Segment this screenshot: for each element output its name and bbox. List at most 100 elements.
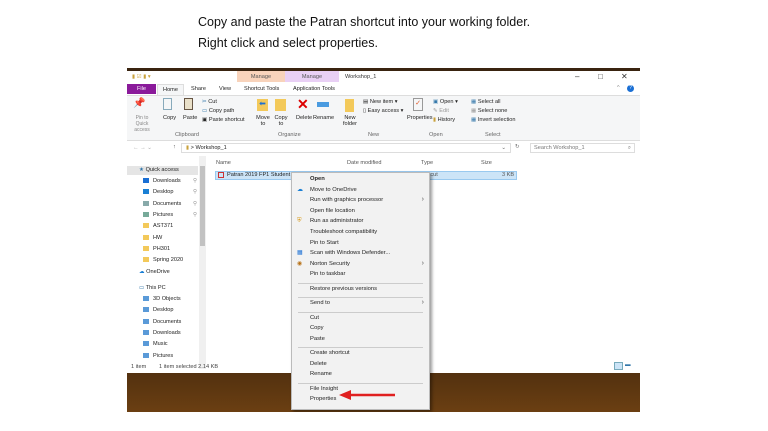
explorer-screenshot: ▮ ☑ ▮ ▾ Manage Manage Workshop_1 – □ ✕ F… [127, 68, 640, 412]
back-forward-buttons[interactable]: ← → ⌄ [133, 145, 152, 151]
sidebar-this-pc[interactable]: ▭ This PC [139, 285, 166, 291]
menu-item-cut[interactable]: Cut [310, 315, 319, 321]
column-size[interactable]: Size [481, 160, 492, 166]
sidebar-pc-pictures[interactable]: Pictures [143, 353, 173, 359]
address-bar[interactable]: ▮ > Workshop_1 ⌄ [181, 143, 511, 153]
new-item-button[interactable]: ▤ New item ▾ [363, 99, 398, 105]
menu-item-scan-with-windows-defender[interactable]: Scan with Windows Defender... [310, 250, 390, 256]
tab-shortcut-tools[interactable]: Shortcut Tools [244, 86, 279, 92]
menu-item-send-to[interactable]: Send to [310, 300, 330, 306]
tab-file[interactable]: File [127, 84, 156, 94]
search-input[interactable]: Search Workshop_1 ⌕ [530, 143, 635, 153]
sidebar-item-spring-2020[interactable]: Spring 2020 [143, 257, 183, 263]
delete-button[interactable]: Delete [296, 115, 312, 121]
paste-shortcut-button[interactable]: ▣ Paste shortcut [202, 117, 245, 123]
help-icon[interactable]: ? [627, 85, 634, 92]
tab-share[interactable]: Share [191, 86, 206, 92]
manage-application-tab[interactable]: Manage [285, 71, 339, 82]
caption-line-1: Copy and paste the Patran shortcut into … [198, 15, 531, 29]
menu-icon: ▦ [297, 250, 303, 257]
column-date-modified[interactable]: Date modified [347, 160, 382, 166]
status-selection: 1 item selected 2.14 KB [159, 364, 219, 370]
easy-access-button[interactable]: ▯ Easy access ▾ [363, 108, 403, 114]
large-icons-view-button[interactable]: ▬ [625, 362, 634, 370]
sidebar-item-ast371[interactable]: AST371 [143, 223, 173, 229]
menu-item-pin-to-taskbar[interactable]: Pin to taskbar [310, 271, 345, 277]
context-menu: Open ☁ Move to OneDrive Run with graphics p… [291, 172, 430, 410]
menu-item-delete[interactable]: Delete [310, 361, 327, 367]
menu-item-troubleshoot-compatibility[interactable]: Troubleshoot compatibility [310, 229, 377, 235]
tab-home[interactable]: Home [157, 84, 184, 95]
folder-icon [143, 257, 149, 263]
menu-item-norton-security[interactable]: Norton Security [310, 261, 350, 267]
pin-icon: 📌 [133, 98, 146, 109]
status-item-count: 1 item [131, 364, 147, 370]
invert-selection-button[interactable]: ▦ Invert selection [471, 117, 515, 123]
tab-application-tools[interactable]: Application Tools [293, 86, 335, 92]
folder-icon [143, 234, 149, 240]
sidebar-item-hw[interactable]: HW [143, 235, 162, 241]
history-button[interactable]: ▮ History [433, 117, 455, 123]
move-to-button[interactable]: Move to [255, 115, 271, 127]
menu-icon: ☁ [297, 186, 303, 193]
pin-quick-access-button[interactable]: Pin to Quick access [129, 115, 155, 133]
tab-view[interactable]: View [219, 86, 231, 92]
column-name[interactable]: Name [216, 160, 231, 166]
menu-item-rename[interactable]: Rename [310, 371, 332, 377]
sidebar-item-ph301[interactable]: PH301 [143, 246, 170, 252]
up-button[interactable]: ↑ [173, 144, 176, 150]
menu-item-open-file-location[interactable]: Open file location [310, 208, 355, 214]
manage-shortcut-tab[interactable]: Manage [237, 71, 285, 82]
sidebar-quick-access[interactable]: ★ Quick access [139, 167, 179, 173]
minimize-button[interactable]: – [575, 72, 579, 81]
cut-button[interactable]: ✂ Cut [202, 99, 217, 105]
properties-button[interactable]: Properties [407, 115, 433, 121]
move-to-icon: ⬅ [257, 99, 268, 111]
collapse-ribbon-icon[interactable]: ^ [617, 85, 620, 91]
sidebar-item-pictures[interactable]: Pictures ⚲ [143, 211, 197, 218]
close-button[interactable]: ✕ [621, 72, 628, 81]
menu-item-restore-previous-versions[interactable]: Restore previous versions [310, 286, 377, 292]
sidebar-onedrive[interactable]: ☁ OneDrive [139, 269, 170, 275]
column-type[interactable]: Type [421, 160, 433, 166]
menu-item-copy[interactable]: Copy [310, 325, 324, 331]
file-size: 3 KB [502, 172, 515, 178]
paste-button[interactable]: Paste [183, 115, 197, 121]
red-arrow-annotation [339, 390, 395, 400]
sidebar-item-downloads[interactable]: Downloads ⚲ [143, 178, 197, 184]
menu-item-pin-to-start[interactable]: Pin to Start [310, 240, 339, 246]
file-name[interactable]: Patran 2019 FP1 Student [227, 172, 290, 178]
sidebar-pc-desktop[interactable]: Desktop [143, 307, 174, 313]
menu-item-file-insight[interactable]: File Insight [310, 386, 338, 392]
rename-button[interactable]: Rename [313, 115, 334, 121]
sidebar-scrollbar[interactable] [199, 156, 206, 369]
refresh-button[interactable]: ↻ [515, 144, 520, 150]
edit-button[interactable]: ✎ Edit [433, 108, 449, 114]
sidebar-item-documents[interactable]: Documents ⚲ [143, 201, 197, 207]
sidebar-item-desktop[interactable]: Desktop ⚲ [143, 189, 197, 195]
menu-item-open[interactable]: Open [310, 176, 325, 182]
sidebar-pc-documents[interactable]: Documents [143, 319, 181, 325]
copy-to-button[interactable]: Copy to [273, 115, 289, 127]
menu-item-create-shortcut[interactable]: Create shortcut [310, 350, 350, 356]
quick-access-toolbar[interactable]: ▮ ☑ ▮ ▾ [132, 74, 151, 80]
copy-path-button[interactable]: ▭ Copy path [202, 108, 234, 114]
menu-item-move-to-onedrive[interactable]: Move to OneDrive [310, 187, 357, 193]
menu-item-paste[interactable]: Paste [310, 336, 325, 342]
details-view-button[interactable] [614, 362, 623, 370]
sidebar-pc-music[interactable]: Music [143, 341, 168, 347]
select-none-button[interactable]: ▦ Select none [471, 108, 507, 114]
select-all-button[interactable]: ▦ Select all [471, 99, 501, 105]
sidebar-pc-3d-objects[interactable]: 3D Objects [143, 296, 181, 302]
sidebar-pc-downloads[interactable]: Downloads [143, 330, 181, 336]
menu-item-run-as-administrator[interactable]: Run as administrator [310, 218, 363, 224]
maximize-button[interactable]: □ [598, 72, 603, 81]
folder-icon [143, 211, 149, 217]
menu-item-run-with-graphics-processor[interactable]: Run with graphics processor [310, 197, 383, 203]
open-button[interactable]: ▣ Open ▾ [433, 99, 458, 105]
patran-shortcut-icon [218, 172, 224, 178]
menu-item-properties[interactable]: Properties [310, 396, 336, 402]
copy-button[interactable]: Copy [163, 115, 176, 121]
menu-separator [298, 297, 423, 299]
new-folder-button[interactable]: New folder [341, 115, 359, 127]
